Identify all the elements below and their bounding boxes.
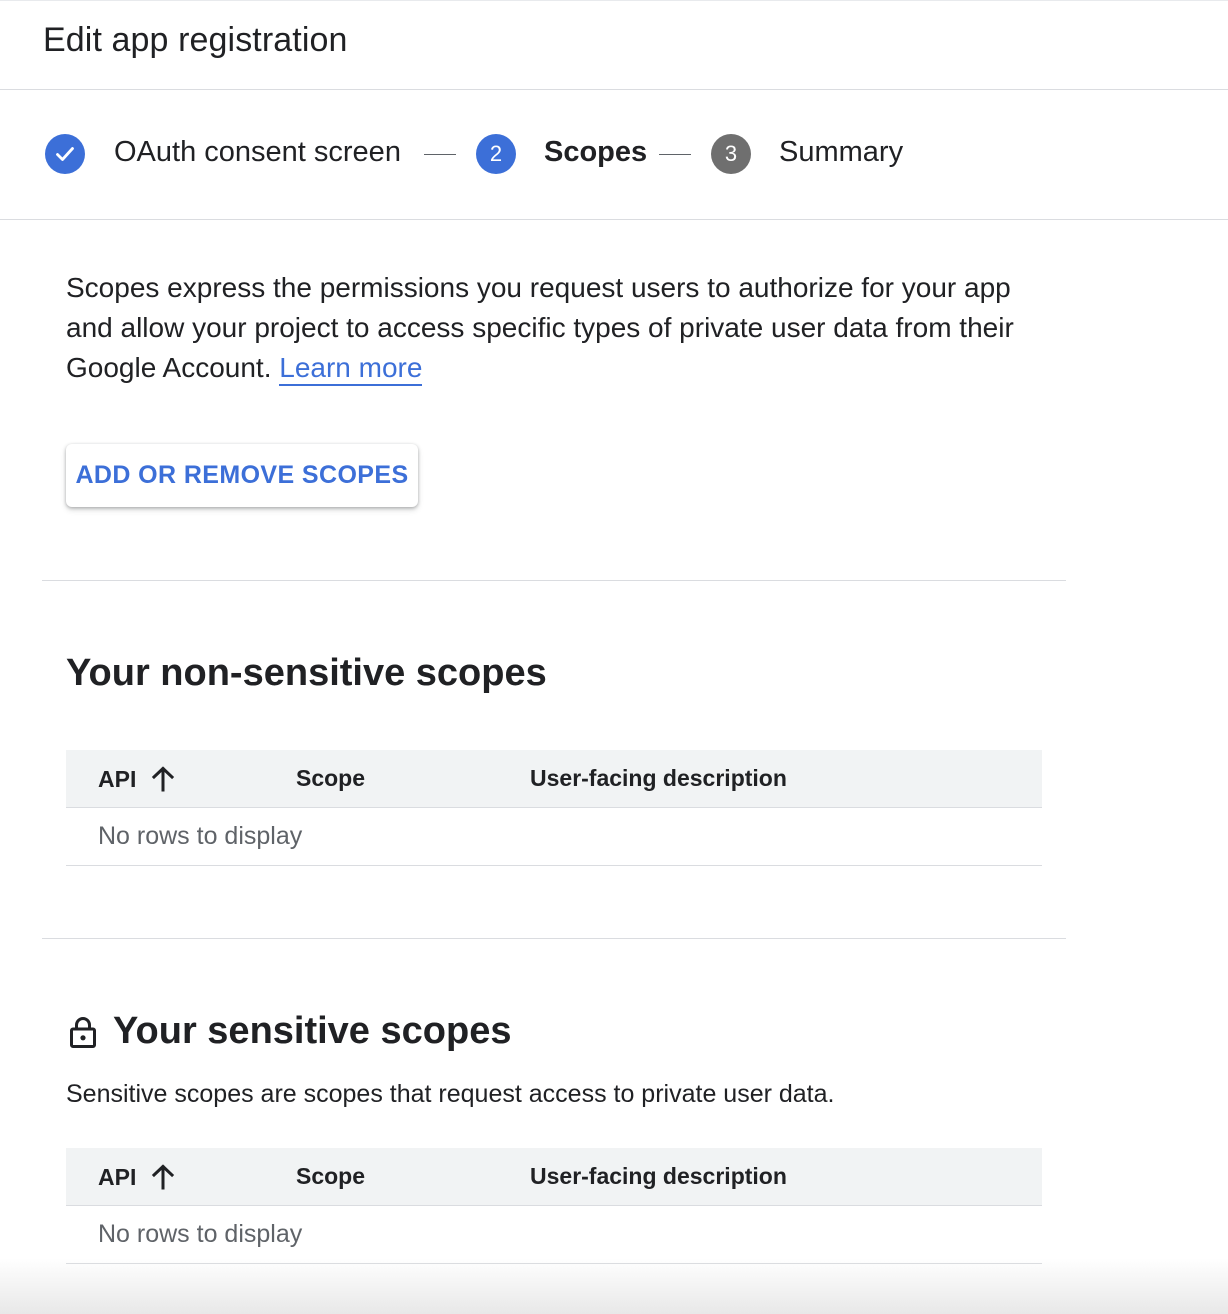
step-summary-label[interactable]: Summary [779,136,903,169]
column-label-api: API [98,765,137,792]
column-header-scope[interactable]: Scope [296,1163,365,1190]
table-empty-row: No rows to display [66,808,1042,866]
step-scopes-label[interactable]: Scopes [544,136,647,169]
step-summary-number[interactable]: 3 [711,134,751,174]
column-header-user-facing-description[interactable]: User-facing description [530,1163,787,1190]
sort-ascending-arrow-icon [152,766,175,792]
step-oauth-consent-check-icon[interactable] [45,134,85,174]
table-header-row: API Scope User-facing description [66,750,1042,808]
step-connector [424,154,456,155]
page-header: Edit app registration [0,0,1228,90]
column-label-api: API [98,1163,137,1190]
sensitive-scopes-heading: Your sensitive scopes [113,1010,512,1052]
intro-text: Scopes express the permissions you reque… [66,272,1014,383]
section-divider [42,580,1066,581]
column-header-scope[interactable]: Scope [296,765,365,792]
empty-table-message: No rows to display [98,1220,303,1248]
column-header-user-facing-description[interactable]: User-facing description [530,765,787,792]
table-empty-row: No rows to display [66,1206,1042,1264]
add-or-remove-scopes-button[interactable]: ADD OR REMOVE SCOPES [66,444,418,507]
sensitive-scopes-table: API Scope User-facing description No row… [66,1148,1042,1264]
non-sensitive-scopes-table: API Scope User-facing description No row… [66,750,1042,866]
edit-app-registration-page: Edit app registration OAuth consent scre… [0,0,1228,1314]
column-header-api[interactable]: API [98,1163,176,1191]
registration-stepper: OAuth consent screen 2 Scopes 3 Summary [0,90,1228,220]
non-sensitive-scopes-heading: Your non-sensitive scopes [66,652,547,694]
step-connector [659,154,691,155]
sensitive-scopes-description: Sensitive scopes are scopes that request… [66,1080,835,1108]
scopes-intro-text: Scopes express the permissions you reque… [66,268,1046,388]
empty-table-message: No rows to display [98,822,303,850]
table-header-row: API Scope User-facing description [66,1148,1042,1206]
lock-icon [70,1017,96,1048]
column-header-api[interactable]: API [98,765,176,793]
step-oauth-consent-label[interactable]: OAuth consent screen [114,136,401,169]
sort-ascending-arrow-icon [152,1164,175,1190]
section-divider [42,938,1066,939]
learn-more-link[interactable]: Learn more [279,352,423,386]
step-scopes-number[interactable]: 2 [476,134,516,174]
page-title: Edit app registration [43,21,348,59]
bottom-scroll-shadow [0,1258,1228,1314]
